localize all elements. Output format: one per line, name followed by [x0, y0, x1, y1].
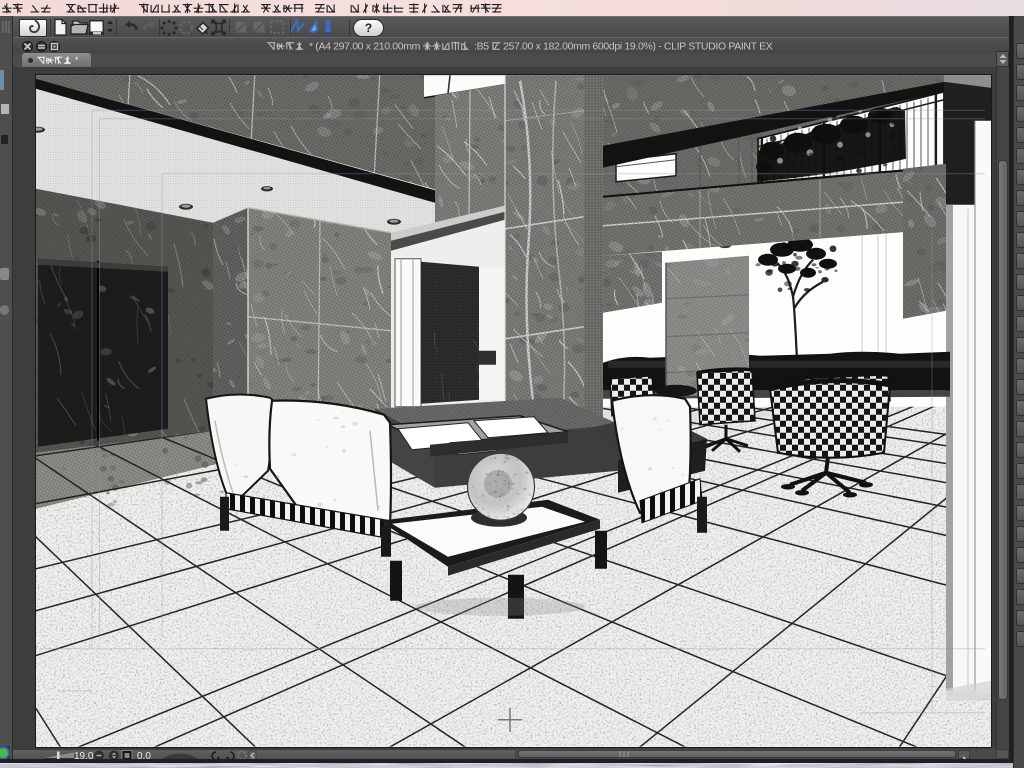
- svg-text::B5: :B5: [474, 41, 489, 53]
- svg-text:* (A4 297.00 x 210.00mm: * (A4 297.00 x 210.00mm: [309, 41, 421, 53]
- svg-text:257.00 x 182.00mm 600dpi 19.0%: 257.00 x 182.00mm 600dpi 19.0%) - CLIP S…: [503, 41, 773, 53]
- svg-text:*: *: [75, 55, 79, 65]
